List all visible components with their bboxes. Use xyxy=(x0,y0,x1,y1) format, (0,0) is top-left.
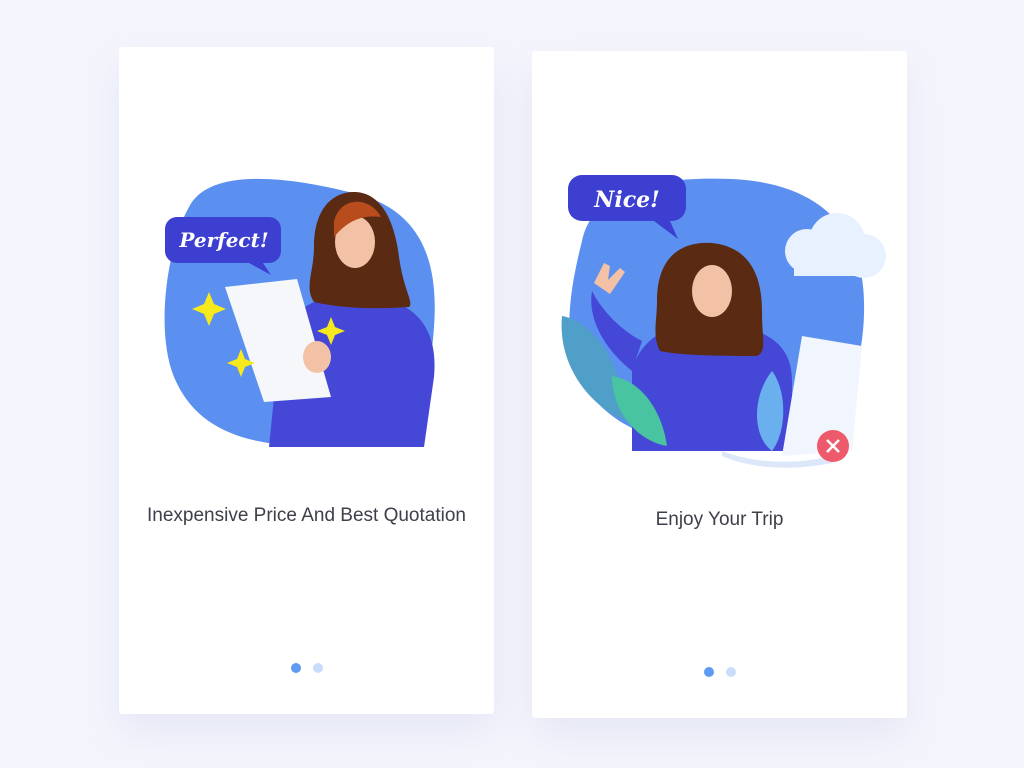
card-title: Enjoy Your Trip xyxy=(655,509,784,530)
pagination-dots xyxy=(532,667,907,677)
bubble-text: Perfect! xyxy=(178,228,268,252)
pagination-dots xyxy=(119,663,494,673)
onboarding-card-2: Nice! Enjoy Your Trip xyxy=(532,51,907,718)
illustration-woman-waving: Nice! xyxy=(561,175,886,468)
card-title: Inexpensive Price And Best Quotation xyxy=(147,505,466,526)
page-dot-1[interactable] xyxy=(703,667,714,677)
page-dot-2[interactable] xyxy=(312,663,323,673)
bubble-text: Nice! xyxy=(593,187,660,213)
illustration-woman-with-paper: Perfect! xyxy=(164,178,435,447)
close-icon xyxy=(817,430,849,462)
page-dot-2[interactable] xyxy=(725,667,736,677)
onboarding-card-1: Perfect! Inexpensive Price And Best Quot… xyxy=(119,47,494,714)
page-dot-1[interactable] xyxy=(290,663,301,673)
